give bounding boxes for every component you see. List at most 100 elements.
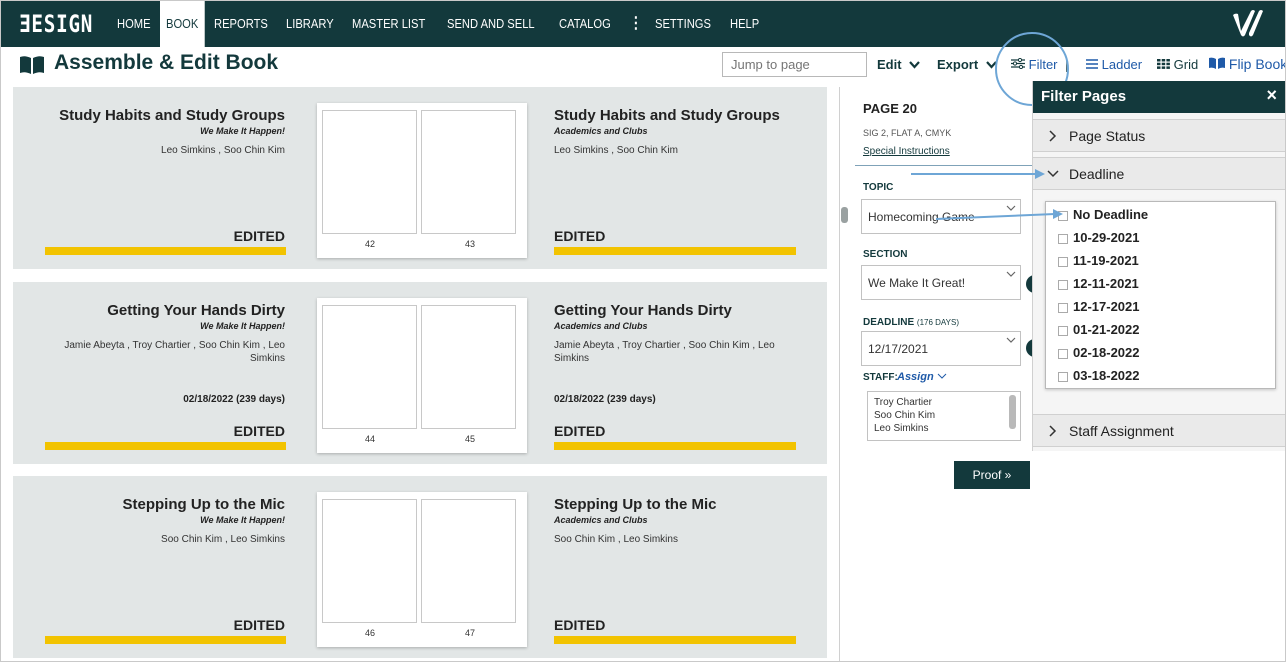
- edit-menu-button[interactable]: Edit: [877, 57, 921, 72]
- topic-select[interactable]: Homecoming Game: [861, 199, 1021, 234]
- brand-logo-icon: [1233, 10, 1263, 37]
- page-thumbnails: 42 43: [317, 103, 527, 258]
- special-instructions-link[interactable]: Special Instructions: [863, 146, 950, 157]
- ladder-view-button[interactable]: Ladder: [1086, 57, 1142, 72]
- nav-settings[interactable]: SETTINGS: [649, 1, 717, 47]
- left-status-bar: [45, 442, 286, 450]
- right-page-thumbnail[interactable]: [421, 305, 516, 429]
- checkbox[interactable]: [1058, 325, 1068, 336]
- nav-send-and-sell[interactable]: SEND AND SELL: [441, 1, 541, 47]
- jump-to-page-input[interactable]: [722, 52, 867, 77]
- grid-label: Grid: [1173, 57, 1199, 72]
- right-page-section: Academics and Clubs: [554, 126, 648, 136]
- left-page-number: 44: [365, 434, 376, 444]
- right-status-bar: [554, 247, 796, 255]
- left-page-title: Study Habits and Study Groups: [59, 107, 285, 124]
- spread-card[interactable]: Study Habits and Study Groups We Make It…: [13, 87, 827, 269]
- left-page-title: Stepping Up to the Mic: [122, 496, 286, 513]
- nav-catalog[interactable]: CATALOG: [553, 1, 617, 47]
- left-page-thumbnail[interactable]: [322, 305, 417, 429]
- grid-view-button[interactable]: Grid: [1157, 57, 1198, 72]
- nav-home[interactable]: HOME: [111, 1, 157, 47]
- checkbox[interactable]: [1058, 371, 1068, 382]
- right-page-thumbnail[interactable]: [421, 110, 516, 234]
- nav-library[interactable]: LIBRARY: [280, 1, 340, 47]
- deadline-option-label: No Deadline: [1073, 207, 1149, 222]
- left-page-section: We Make It Happen!: [200, 126, 285, 136]
- nav-help[interactable]: HELP: [724, 1, 765, 47]
- filter-panel-header: Filter Pages ×: [1033, 81, 1285, 113]
- right-page-status: EDITED: [554, 617, 606, 633]
- spread-card[interactable]: Stepping Up to the Mic We Make It Happen…: [13, 476, 827, 658]
- deadline-option-label: 12-11-2021: [1073, 276, 1139, 291]
- deadline-option-label: 12-17-2021: [1073, 299, 1140, 314]
- filter-section-staff-assignment[interactable]: Staff Assignment: [1033, 414, 1285, 447]
- proof-button[interactable]: Proof »: [954, 461, 1030, 489]
- more-menu-icon[interactable]: ⋮: [623, 1, 649, 47]
- right-page-section: Academics and Clubs: [554, 321, 648, 331]
- right-page-section: Academics and Clubs: [554, 515, 648, 525]
- deadline-option[interactable]: No Deadline: [1058, 207, 1148, 222]
- chevron-down-icon: [937, 373, 947, 379]
- section-select[interactable]: We Make It Great!: [861, 265, 1021, 300]
- panel-resize-handle[interactable]: [841, 207, 848, 223]
- left-page-thumbnail[interactable]: [322, 110, 417, 234]
- right-page-staff: Soo Chin Kim , Leo Simkins: [554, 534, 678, 545]
- right-page-title: Study Habits and Study Groups: [554, 107, 780, 124]
- right-page-staff: Leo Simkins , Soo Chin Kim: [554, 145, 678, 156]
- checkbox[interactable]: [1058, 233, 1068, 244]
- left-status-bar: [45, 247, 286, 255]
- deadline-option[interactable]: 12-17-2021: [1058, 299, 1140, 314]
- right-page-title: Getting Your Hands Dirty: [554, 302, 732, 319]
- left-page-thumbnail[interactable]: [322, 499, 417, 623]
- deadline-option[interactable]: 12-11-2021: [1058, 276, 1139, 291]
- deadline-option-label: 01-21-2022: [1073, 322, 1140, 337]
- topic-label: TOPIC: [863, 182, 894, 193]
- filter-section-page-status[interactable]: Page Status: [1033, 119, 1285, 152]
- page-thumbnails: 44 45: [317, 298, 527, 453]
- flip-book-view-button[interactable]: Flip Book: [1209, 56, 1285, 72]
- checkbox[interactable]: [1058, 279, 1068, 290]
- left-page-number: 42: [365, 239, 376, 249]
- left-page-number: 46: [365, 628, 376, 638]
- page-signature-info: SIG 2, FLAT A, CMYK: [863, 128, 952, 138]
- checkbox[interactable]: [1058, 210, 1068, 221]
- deadline-option[interactable]: 10-29-2021: [1058, 230, 1140, 245]
- chevron-right-icon: [1049, 130, 1057, 142]
- chevron-down-icon: [1047, 170, 1059, 178]
- design-logo: ƎESIGN: [19, 10, 94, 38]
- nav-master-list[interactable]: MASTER LIST: [346, 1, 431, 47]
- checkbox[interactable]: [1058, 302, 1068, 313]
- assign-staff-button[interactable]: Assign: [897, 371, 947, 383]
- deadline-label: DEADLINE (176 DAYS): [863, 317, 959, 328]
- grid-icon: [1157, 59, 1170, 69]
- left-page-staff: Jamie Abeyta , Troy Chartier , Soo Chin …: [64, 340, 285, 364]
- deadline-option[interactable]: 01-21-2022: [1058, 322, 1140, 337]
- deadline-select[interactable]: 12/17/2021: [861, 331, 1021, 366]
- export-menu-button[interactable]: Export: [937, 57, 997, 72]
- page-thumbnails: 46 47: [317, 492, 527, 647]
- staff-list-scrollbar[interactable]: [1009, 395, 1016, 429]
- close-icon[interactable]: ×: [1266, 85, 1277, 106]
- left-page-status: EDITED: [233, 228, 285, 244]
- filter-section-deadline[interactable]: Deadline: [1033, 157, 1285, 190]
- right-page-thumbnail[interactable]: [421, 499, 516, 623]
- deadline-option[interactable]: 11-19-2021: [1058, 253, 1139, 268]
- checkbox[interactable]: [1058, 256, 1068, 267]
- staff-list[interactable]: Troy Chartier Soo Chin Kim Leo Simkins: [867, 391, 1021, 441]
- right-page-number: 47: [465, 628, 476, 638]
- nav-book[interactable]: BOOK: [160, 1, 205, 47]
- assign-label: Assign: [897, 371, 934, 383]
- nav-reports[interactable]: REPORTS: [208, 1, 274, 47]
- right-page-status: EDITED: [554, 423, 606, 439]
- left-page-title: Getting Your Hands Dirty: [107, 302, 285, 319]
- spread-card[interactable]: Getting Your Hands Dirty We Make It Happ…: [13, 282, 827, 464]
- chevron-right-icon: [1049, 425, 1057, 437]
- deadline-option-label: 11-19-2021: [1073, 253, 1139, 268]
- left-page-staff: Soo Chin Kim , Leo Simkins: [161, 534, 285, 545]
- deadline-option[interactable]: 02-18-2022: [1058, 345, 1140, 360]
- checkbox[interactable]: [1058, 348, 1068, 359]
- deadline-option-label: 03-18-2022: [1073, 368, 1140, 383]
- deadline-option[interactable]: 03-18-2022: [1058, 368, 1140, 383]
- flip-book-icon: [1209, 57, 1225, 69]
